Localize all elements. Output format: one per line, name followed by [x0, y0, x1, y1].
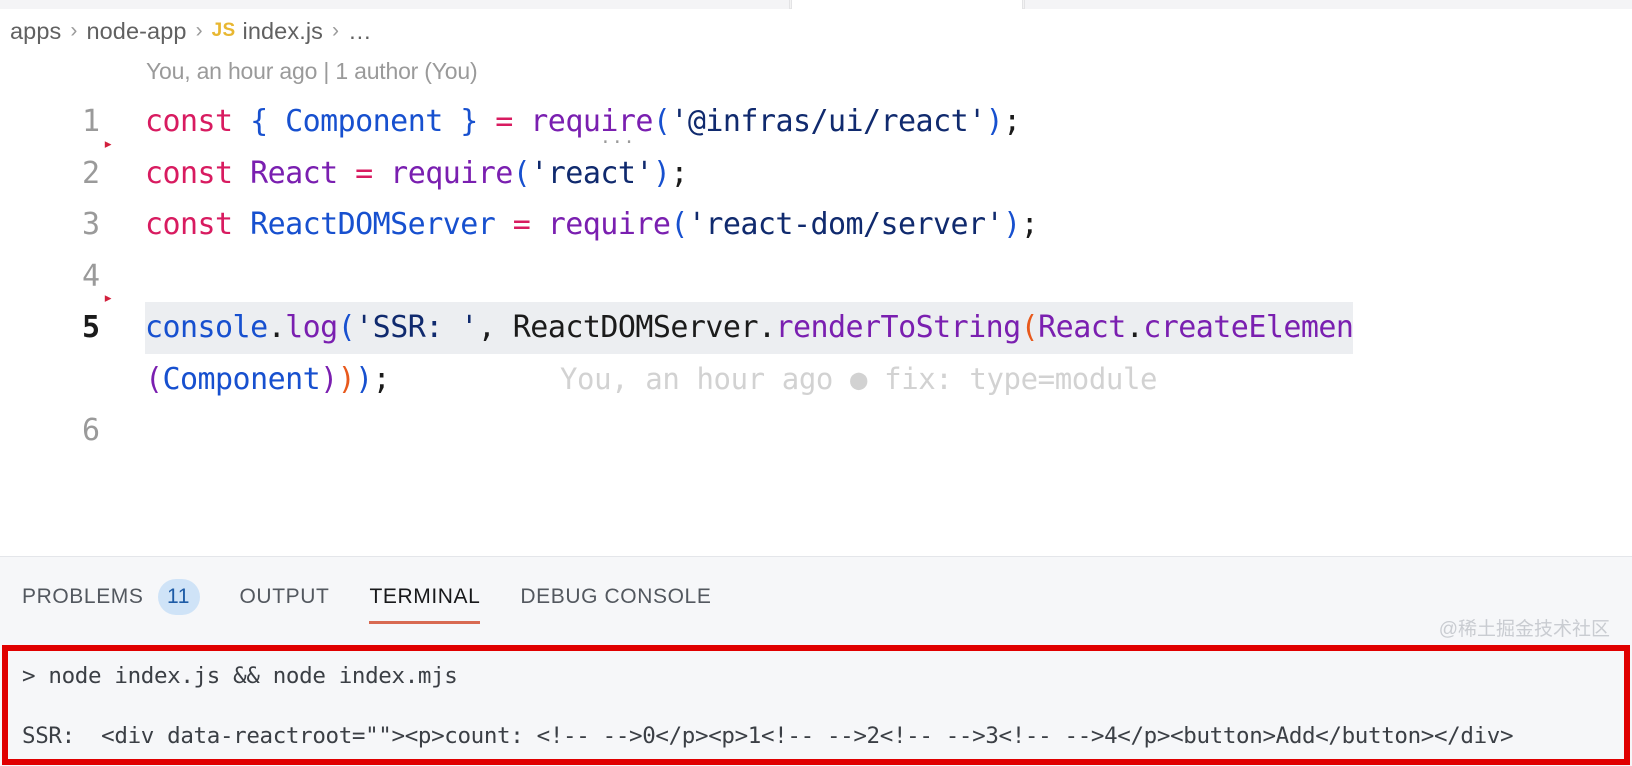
code-row: 1 const { Component } = require('@infras… [0, 96, 1632, 148]
token-paren-open: ( [513, 156, 531, 191]
token-operator: = [513, 207, 531, 242]
token-brace-open: { [233, 104, 286, 139]
code-line-5-part1[interactable]: console.log('SSR: ', ReactDOMServer.rend… [145, 302, 1353, 354]
breadcrumb-item-node-app[interactable]: node-app [86, 18, 186, 45]
token-semicolon: ; [1003, 104, 1021, 139]
code-editor[interactable]: You, an hour ago | 1 author (You) 1 cons… [0, 50, 1632, 555]
panel-tab-bar: PROBLEMS 11 OUTPUT TERMINAL DEBUG CONSOL… [0, 557, 1632, 637]
token-object: console [145, 310, 268, 345]
line-number-active: 5 [0, 302, 100, 354]
token-semicolon: ; [670, 156, 688, 191]
fold-marker-icon[interactable]: ▸ [103, 136, 119, 152]
token-paren-close: ) [355, 362, 373, 397]
code-row: 6 [0, 405, 1632, 457]
tab-debug-console[interactable]: DEBUG CONSOLE [520, 557, 711, 637]
token-comma: , [478, 310, 513, 345]
line-number: 2 [0, 148, 100, 200]
token-dot: . [758, 310, 776, 345]
line-number: 6 [0, 405, 100, 457]
git-blame-header: You, an hour ago | 1 author (You) [146, 58, 477, 85]
token-keyword: const [145, 104, 233, 139]
terminal-output-line: SSR: <div data-reactroot=""><p>count: <!… [22, 723, 1513, 749]
vscode-window: apps › node-app › JS index.js › … You, a… [0, 0, 1632, 766]
breadcrumb-separator-icon: › [196, 19, 203, 43]
breadcrumb-item-apps[interactable]: apps [10, 18, 61, 45]
token-string: '@infras/ui/react' [670, 104, 985, 139]
token-paren-close: ) [653, 156, 671, 191]
javascript-file-icon: JS [212, 20, 236, 42]
bottom-panel: PROBLEMS 11 OUTPUT TERMINAL DEBUG CONSOL… [0, 556, 1632, 766]
active-tab-underline [369, 621, 480, 624]
token-dot: . [1126, 310, 1144, 345]
token-function: require [373, 156, 513, 191]
token-dot: . [268, 310, 286, 345]
breadcrumb-separator-icon: › [70, 19, 77, 43]
token-paren-open: ( [653, 104, 671, 139]
token-class: Component [285, 104, 443, 139]
tab-output[interactable]: OUTPUT [240, 557, 330, 637]
token-method: log [285, 310, 338, 345]
token-identifier: ReactDOMServer [513, 310, 758, 345]
token-operator: = [355, 156, 373, 191]
code-row: 4 [0, 251, 1632, 303]
code-lines: 1 const { Component } = require('@infras… [0, 96, 1632, 457]
token-method: renderToString [775, 310, 1020, 345]
token-string: 'react-dom/server' [688, 207, 1003, 242]
token-brace-close: } [443, 104, 496, 139]
git-blame-inline-annotation: You, an hour ago ● fix: type=module [560, 354, 1157, 406]
token-class: Component [163, 362, 321, 397]
terminal-output-annotated-box[interactable]: > node index.js && node index.mjs SSR: <… [2, 645, 1630, 765]
breadcrumb: apps › node-app › JS index.js › … [10, 15, 373, 47]
tab-terminal[interactable]: TERMINAL [369, 557, 480, 637]
line-number: 1 [0, 96, 100, 148]
line-number: 4 [0, 251, 100, 303]
code-row: 3 const ReactDOMServer = require('react-… [0, 199, 1632, 251]
token-paren-open: ( [338, 310, 356, 345]
breadcrumb-separator-icon: › [332, 19, 339, 43]
line-number: 3 [0, 199, 100, 251]
tab-problems-label: PROBLEMS [22, 585, 144, 609]
code-line-2[interactable]: const React = require('react'); [145, 148, 688, 200]
token-keyword: const [145, 156, 233, 191]
token-semicolon: ; [373, 362, 391, 397]
token-paren-close: ) [320, 362, 338, 397]
code-line-3[interactable]: const ReactDOMServer = require('react-do… [145, 199, 1038, 251]
token-paren-close: ) [1003, 207, 1021, 242]
token-method: createElemen [1143, 310, 1353, 345]
breadcrumb-item-index-js[interactable]: index.js [243, 18, 323, 45]
code-line-5-part2[interactable]: (Component))); [145, 354, 390, 406]
editor-tab-segment-right[interactable] [1024, 0, 1632, 9]
token-paren-close: ) [338, 362, 356, 397]
token-paren-open: ( [670, 207, 688, 242]
terminal-command-line: > node index.js && node index.mjs [22, 663, 457, 689]
token-semicolon: ; [1021, 207, 1039, 242]
token-keyword: const [145, 207, 233, 242]
code-row: 2 ▸ const React = require('react'); [0, 148, 1632, 200]
token-variable: React [233, 156, 356, 191]
token-string: 'SSR: ' [355, 310, 478, 345]
token-paren-open: ( [1021, 310, 1039, 345]
editor-tab-segment-left[interactable] [0, 0, 790, 9]
token-identifier: React [1038, 310, 1126, 345]
tab-problems[interactable]: PROBLEMS 11 [22, 557, 200, 637]
code-line-1[interactable]: const { Component } = require('@infras/u… [145, 96, 1021, 148]
problems-count-badge: 11 [158, 579, 200, 615]
editor-tab-strip [0, 0, 1632, 9]
token-paren-close: ) [986, 104, 1004, 139]
tab-terminal-label: TERMINAL [369, 585, 480, 609]
token-class: ReactDOMServer [233, 207, 513, 242]
tab-debug-console-label: DEBUG CONSOLE [520, 585, 711, 609]
code-row-active: 5 ▸ console.log('SSR: ', ReactDOMServer.… [0, 302, 1632, 405]
token-paren-open: ( [145, 362, 163, 397]
breadcrumb-ellipsis[interactable]: … [348, 18, 373, 45]
editor-tab-segment-active[interactable] [791, 0, 1023, 9]
fold-marker-icon[interactable]: ▸ [103, 290, 119, 306]
token-string: 'react' [530, 156, 653, 191]
token-operator: = [495, 104, 513, 139]
tab-output-label: OUTPUT [240, 585, 330, 609]
token-function: require [530, 207, 670, 242]
